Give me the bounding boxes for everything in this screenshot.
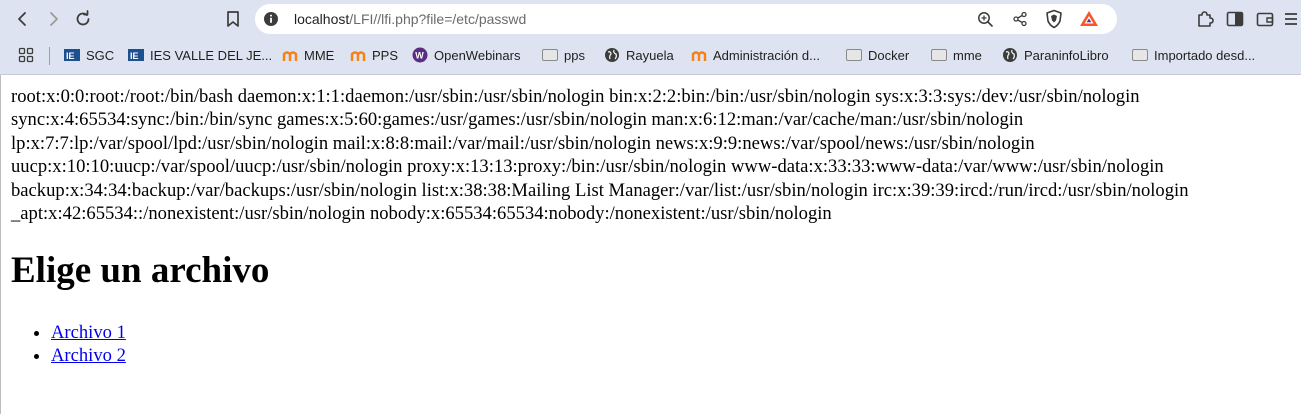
bookmark-label: IES VALLE DEL JE... (150, 47, 273, 63)
folder-icon (1132, 47, 1148, 63)
browser-toolbar: localhost/LFI//lfi.php?file=/etc/passwd (0, 0, 1301, 38)
bookmark-icon[interactable] (221, 7, 245, 31)
moodle-icon (282, 47, 298, 63)
bookmark-folder-importado[interactable]: Importado desd... (1132, 45, 1255, 65)
bookmark-sgc[interactable]: IE SGC (64, 45, 114, 65)
bookmark-openwebinars[interactable]: W OpenWebinars (412, 45, 520, 65)
bookmark-ies-valle[interactable]: IE IES VALLE DEL JE... (128, 45, 272, 65)
bookmarks-separator (49, 47, 50, 65)
site-info-icon[interactable] (263, 11, 279, 27)
bookmark-label: pps (564, 47, 585, 63)
bookmarks-bar: IE SGC IE IES VALLE DEL JE... MME PPS W … (0, 38, 1301, 72)
globe-icon (604, 47, 620, 63)
url-path: /LFI//lfi.php?file=/etc/passwd (349, 11, 527, 27)
folder-icon (931, 47, 947, 63)
svg-text:W: W (415, 51, 424, 61)
back-icon[interactable] (11, 7, 35, 31)
file-list: Archivo 1 Archivo 2 (11, 321, 126, 367)
bookmark-label: Importado desd... (1154, 47, 1256, 63)
bookmark-folder-pps[interactable]: pps (542, 45, 585, 65)
brave-shields-icon[interactable] (1044, 9, 1064, 29)
reload-icon[interactable] (71, 7, 95, 31)
bookmark-label: Rayuela (626, 47, 674, 63)
wallet-icon[interactable] (1255, 9, 1275, 29)
browser-chrome: localhost/LFI//lfi.php?file=/etc/passwd (0, 0, 1301, 75)
bookmark-label: OpenWebinars (434, 47, 521, 63)
bookmark-label: PPS (372, 47, 399, 63)
bookmark-folder-docker[interactable]: Docker (846, 45, 909, 65)
brave-rewards-icon[interactable] (1079, 9, 1099, 29)
folder-icon (846, 47, 862, 63)
moodle-icon (350, 47, 366, 63)
svg-text:IE: IE (66, 51, 75, 61)
bookmark-pps-moodle[interactable]: PPS (350, 45, 398, 65)
zoom-icon[interactable] (977, 11, 993, 27)
address-bar[interactable]: localhost/LFI//lfi.php?file=/etc/passwd (255, 4, 1117, 34)
bookmark-mme[interactable]: MME (282, 45, 334, 65)
globe-icon (1002, 47, 1018, 63)
openwebinars-icon: W (412, 47, 428, 63)
extensions-icon[interactable] (1195, 9, 1215, 29)
menu-icon[interactable] (1284, 9, 1301, 29)
archivo-1-link[interactable]: Archivo 1 (51, 322, 126, 343)
bookmark-label: SGC (86, 47, 115, 63)
ies-icon: IE (64, 47, 80, 63)
bookmark-rayuela[interactable]: Rayuela (604, 45, 674, 65)
share-icon[interactable] (1012, 11, 1028, 27)
apps-grid-icon[interactable] (18, 45, 40, 65)
bookmark-label: mme (953, 47, 982, 63)
moodle-icon (691, 47, 707, 63)
bookmark-label: Administración d... (713, 47, 820, 63)
bookmark-folder-mme[interactable]: mme (931, 45, 982, 65)
bookmark-administracion[interactable]: Administración d... (691, 45, 820, 65)
page-content: root:x:0:0:root:/root:/bin/bash daemon:x… (0, 75, 1301, 414)
bookmark-paraninfolibro[interactable]: ParaninfoLibro (1002, 45, 1109, 65)
bookmark-label: ParaninfoLibro (1024, 47, 1109, 63)
svg-text:IE: IE (130, 51, 139, 61)
forward-icon[interactable] (41, 7, 65, 31)
list-item: Archivo 1 (51, 321, 126, 344)
sidebar-icon[interactable] (1225, 9, 1245, 29)
bookmark-label: Docker (868, 47, 910, 63)
list-item: Archivo 2 (51, 344, 126, 367)
archivo-2-link[interactable]: Archivo 2 (51, 345, 126, 366)
ies-icon: IE (128, 47, 144, 63)
bookmark-label: MME (304, 47, 335, 63)
url-text[interactable]: localhost/LFI//lfi.php?file=/etc/passwd (294, 4, 526, 34)
page-heading: Elige un archivo (11, 250, 270, 291)
url-host: localhost (294, 11, 350, 27)
folder-icon (542, 47, 558, 63)
passwd-output: root:x:0:0:root:/root:/bin/bash daemon:x… (11, 86, 1189, 225)
